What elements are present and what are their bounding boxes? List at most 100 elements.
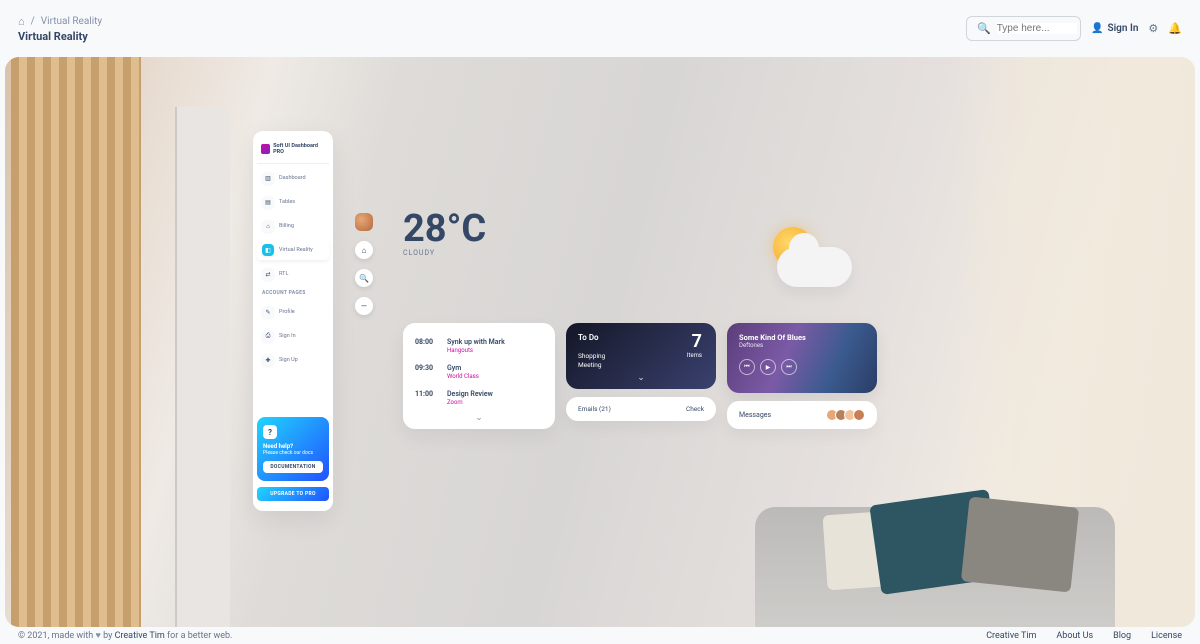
- todo-item: Meeting: [578, 361, 704, 370]
- signin-link[interactable]: 👤 Sign In: [1091, 23, 1138, 34]
- quick-minimize-button[interactable]: —: [355, 297, 373, 315]
- rtl-icon: ⇄: [262, 268, 274, 280]
- todo-count-number: 7: [687, 331, 702, 352]
- schedule-time: 11:00: [415, 390, 439, 406]
- music-controls: ⏮ ▶ ⏭: [739, 359, 865, 375]
- quick-home-button[interactable]: ⌂: [355, 241, 373, 259]
- sidebar-help-card: ? Need help? Please check our docs DOCUM…: [257, 417, 329, 481]
- schedule-time: 08:00: [415, 338, 439, 354]
- breadcrumb-sep: /: [31, 16, 35, 27]
- footer-left: © 2021, made with ♥ by Creative Tim for …: [18, 630, 232, 641]
- bg-cushion: [961, 496, 1079, 592]
- messages-label: Messages: [739, 411, 771, 419]
- sidebar: Soft UI Dashboard PRO ▥Dashboard ▤Tables…: [253, 131, 333, 511]
- footer-links: Creative Tim About Us Blog License: [986, 631, 1182, 641]
- signin-label: Sign In: [1107, 23, 1138, 34]
- schedule-item[interactable]: 09:30 GymWorld Class: [403, 359, 555, 385]
- schedule-card: 08:00 Synk up with MarkHangouts 09:30 Gy…: [403, 323, 555, 429]
- chevron-down-icon[interactable]: ⌄: [578, 370, 704, 383]
- breadcrumb-wrap: ⌂ / Virtual Reality Virtual Reality: [18, 15, 102, 43]
- sidebar-item-signin[interactable]: ⎙Sign In: [257, 326, 329, 346]
- schedule-sub: World Class: [447, 373, 479, 380]
- footer-link[interactable]: Creative Tim: [986, 631, 1036, 641]
- bell-icon[interactable]: 🔔: [1168, 22, 1182, 35]
- quick-column: ⌂ 🔍 —: [355, 213, 373, 315]
- sidebar-brand: Soft UI Dashboard PRO: [273, 143, 325, 155]
- signin-icon: ⎙: [262, 330, 274, 342]
- footer-link[interactable]: About Us: [1056, 631, 1093, 641]
- cloud-icon: [777, 247, 852, 287]
- upgrade-button[interactable]: UPGRADE TO PRO: [257, 487, 329, 501]
- search-box[interactable]: 🔍: [966, 16, 1081, 41]
- breadcrumb[interactable]: ⌂ / Virtual Reality: [18, 15, 102, 28]
- vr-icon: ◧: [262, 244, 274, 256]
- sidebar-item-vr[interactable]: ◧Virtual Reality: [257, 240, 329, 260]
- schedule-time: 09:30: [415, 364, 439, 380]
- sidebar-logo[interactable]: Soft UI Dashboard PRO: [257, 141, 329, 164]
- sidebar-item-profile[interactable]: ✎Profile: [257, 302, 329, 322]
- schedule-title: Design Review: [447, 390, 493, 398]
- search-icon: 🔍: [359, 274, 369, 283]
- bg-door: [175, 107, 230, 627]
- home-icon[interactable]: ⌂: [18, 15, 25, 28]
- schedule-sub: Hangouts: [447, 347, 505, 354]
- music-column: Some Kind Of Blues Deftones ⏮ ▶ ⏭ Messag…: [727, 323, 877, 429]
- prev-button[interactable]: ⏮: [739, 359, 755, 375]
- breadcrumb-current: Virtual Reality: [41, 16, 102, 27]
- sidebar-item-rtl[interactable]: ⇄RTL: [257, 264, 329, 284]
- weather-temp: 28°C CLOUDY: [403, 207, 486, 257]
- footer: © 2021, made with ♥ by Creative Tim for …: [0, 627, 1200, 644]
- play-button[interactable]: ▶: [760, 359, 776, 375]
- todo-title: To Do: [578, 333, 704, 342]
- todo-count: 7 Items: [687, 331, 702, 359]
- topbar-right: 🔍 👤 Sign In ⚙ 🔔: [966, 16, 1182, 41]
- temperature-value: 28°C: [403, 207, 486, 251]
- todo-count-label: Items: [687, 352, 702, 359]
- quick-search-button[interactable]: 🔍: [355, 269, 373, 287]
- next-button[interactable]: ⏭: [781, 359, 797, 375]
- music-card: Some Kind Of Blues Deftones ⏮ ▶ ⏭: [727, 323, 877, 393]
- message-avatars: [829, 409, 865, 421]
- documentation-button[interactable]: DOCUMENTATION: [263, 461, 323, 473]
- page-title: Virtual Reality: [18, 30, 102, 43]
- sidebar-item-dashboard[interactable]: ▥Dashboard: [257, 168, 329, 188]
- todo-item: Shopping: [578, 352, 704, 361]
- help-icon: ?: [263, 425, 277, 439]
- footer-link[interactable]: License: [1151, 631, 1182, 641]
- signup-icon: ✚: [262, 354, 274, 366]
- footer-author-link[interactable]: Creative Tim: [115, 631, 165, 641]
- search-input[interactable]: [997, 23, 1077, 34]
- emails-check: Check: [686, 405, 704, 413]
- search-icon: 🔍: [977, 22, 991, 35]
- footer-link[interactable]: Blog: [1113, 631, 1131, 641]
- schedule-title: Gym: [447, 364, 479, 372]
- avatar: [853, 409, 865, 421]
- sidebar-item-signup[interactable]: ✚Sign Up: [257, 350, 329, 370]
- todo-list: Shopping Meeting: [578, 352, 704, 370]
- user-icon: 👤: [1091, 23, 1103, 34]
- schedule-item[interactable]: 11:00 Design ReviewZoom: [403, 385, 555, 411]
- dashboard-icon: ▥: [262, 172, 274, 184]
- gear-icon[interactable]: ⚙: [1148, 22, 1158, 35]
- sidebar-item-tables[interactable]: ▤Tables: [257, 192, 329, 212]
- bg-wood-panel: [11, 57, 141, 627]
- messages-card[interactable]: Messages: [727, 401, 877, 429]
- tables-icon: ▤: [262, 196, 274, 208]
- todo-card: To Do 7 Items Shopping Meeting ⌄ Emails …: [566, 323, 716, 429]
- minus-icon: —: [361, 302, 367, 311]
- help-title: Need help?: [263, 443, 323, 450]
- profile-icon: ✎: [262, 306, 274, 318]
- schedule-sub: Zoom: [447, 399, 493, 406]
- music-title: Some Kind Of Blues: [739, 333, 865, 342]
- schedule-item[interactable]: 08:00 Synk up with MarkHangouts: [403, 333, 555, 359]
- billing-icon: ⌂: [262, 220, 274, 232]
- weather-icon: [755, 227, 855, 297]
- chevron-down-icon[interactable]: ⌄: [403, 411, 555, 425]
- avatar[interactable]: [355, 213, 373, 231]
- emails-card[interactable]: Emails (21) Check: [566, 397, 716, 421]
- sidebar-section-account: Account Pages: [257, 284, 329, 298]
- help-sub: Please check our docs: [263, 450, 323, 456]
- sidebar-item-billing[interactable]: ⌂Billing: [257, 216, 329, 236]
- music-artist: Deftones: [739, 342, 865, 349]
- todo-top: To Do 7 Items Shopping Meeting ⌄: [566, 323, 716, 389]
